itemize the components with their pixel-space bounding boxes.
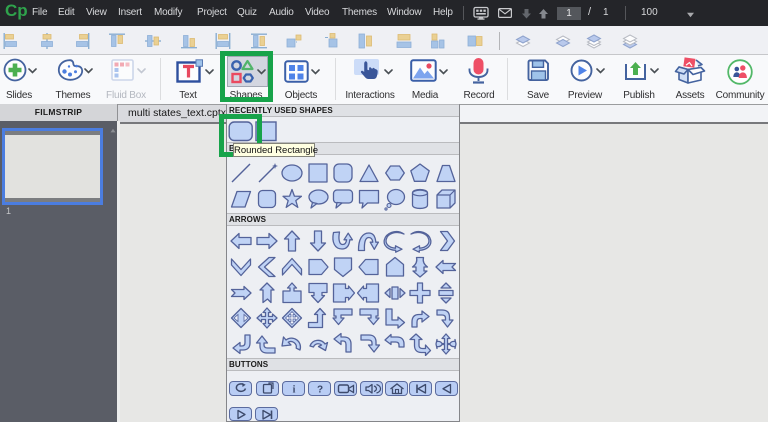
svg-text:i: i	[293, 385, 296, 396]
svg-text:?: ?	[317, 385, 323, 396]
